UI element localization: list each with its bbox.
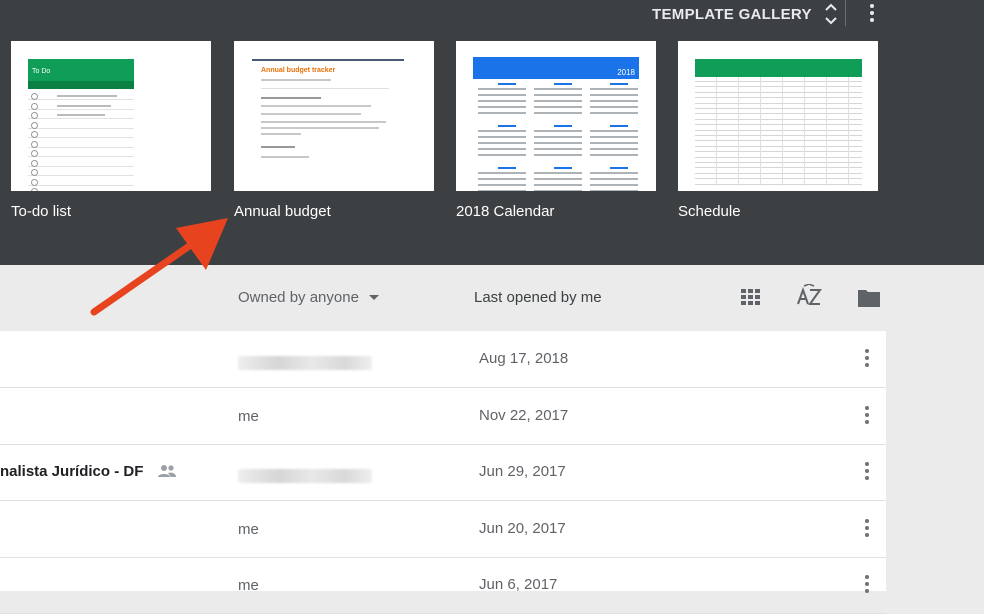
caret-down-icon <box>368 295 379 300</box>
thumb-title: Annual budget tracker <box>261 67 336 74</box>
last-opened-date: Nov 22, 2017 <box>479 406 569 424</box>
more-options-icon[interactable] <box>859 517 875 539</box>
last-opened-date: Jun 6, 2017 <box>479 576 558 593</box>
toolbar-divider <box>845 0 846 26</box>
file-row[interactable]: nalista Jurídico - DF Jun 29, 2017 <box>0 444 886 501</box>
unfold-icon <box>824 2 838 26</box>
file-row[interactable]: me Jun 6, 2017 <box>0 557 886 614</box>
template-label: 2018 Calendar <box>456 203 555 220</box>
recent-files-list: Aug 17, 2018 me Nov 22, 2017 nalista Jurídi… <box>0 331 886 614</box>
file-owner: me <box>238 577 259 594</box>
grid-view-icon[interactable] <box>741 289 763 307</box>
owner-redacted <box>238 356 372 370</box>
last-opened-date: Jun 29, 2017 <box>479 463 566 480</box>
file-row[interactable]: me Nov 22, 2017 <box>0 388 886 445</box>
template-annual-budget[interactable]: Annual budget tracker Annual budget <box>234 41 434 220</box>
more-options-icon[interactable] <box>864 2 880 24</box>
template-thumbnail: To Do <box>11 41 211 191</box>
template-2018-calendar[interactable]: 2018 2018 Calendar <box>456 41 656 220</box>
more-options-icon[interactable] <box>859 347 875 369</box>
template-gallery-label: TEMPLATE GALLERY <box>652 5 812 23</box>
file-row[interactable]: me Jun 20, 2017 <box>0 501 886 558</box>
template-label: Schedule <box>678 203 741 220</box>
more-options-icon[interactable] <box>859 460 875 482</box>
owner-filter-dropdown[interactable]: Owned by anyone <box>238 289 379 306</box>
template-thumbnail: 2018 <box>456 41 656 191</box>
last-opened-date: Aug 17, 2018 <box>479 350 569 367</box>
template-schedule[interactable]: Schedule <box>678 41 878 220</box>
more-options-icon[interactable] <box>859 404 875 426</box>
annotation-arrow <box>90 218 228 316</box>
sort-az-icon[interactable] <box>796 283 822 310</box>
template-thumbnail <box>678 41 878 191</box>
owner-redacted <box>238 469 372 483</box>
owner-filter-label: Owned by anyone <box>238 289 359 306</box>
thumb-title: To Do <box>32 68 51 75</box>
file-owner: me <box>238 520 259 538</box>
file-row[interactable]: Aug 17, 2018 <box>0 331 886 388</box>
template-label: Annual budget <box>234 203 331 220</box>
file-name: nalista Jurídico - DF <box>0 463 144 480</box>
more-options-icon[interactable] <box>859 573 875 595</box>
file-owner: me <box>238 407 259 425</box>
folder-icon[interactable] <box>857 288 881 308</box>
sort-by-last-opened[interactable]: Last opened by me <box>474 289 602 306</box>
last-opened-date: Jun 20, 2017 <box>479 519 566 537</box>
shared-people-icon <box>157 464 177 483</box>
template-gallery-button[interactable]: TEMPLATE GALLERY <box>652 2 838 26</box>
template-todo-list[interactable]: To Do To-do list <box>11 41 211 220</box>
thumb-title: 2018 <box>617 68 635 77</box>
template-thumbnail: Annual budget tracker <box>234 41 434 191</box>
